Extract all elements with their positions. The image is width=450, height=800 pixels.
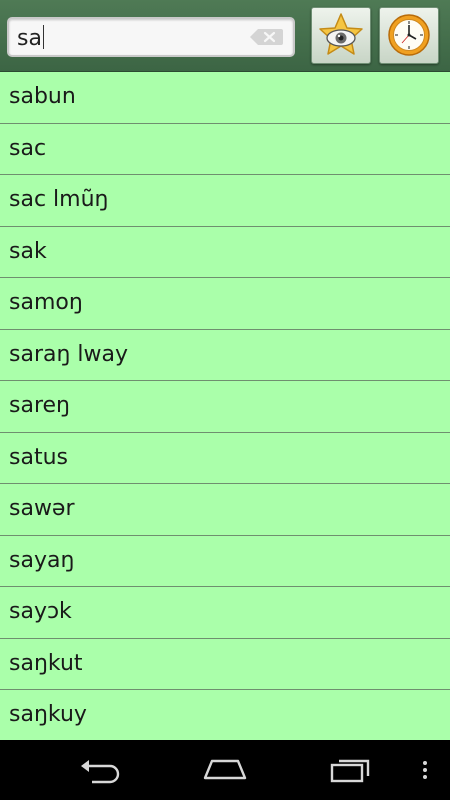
- list-item[interactable]: saŋkuy: [0, 690, 450, 740]
- clear-text-icon[interactable]: [249, 28, 283, 46]
- list-item[interactable]: sawər: [0, 484, 450, 536]
- word-list: sabun sac sac lmũŋ sak samoŋ saraŋ lway …: [0, 72, 450, 740]
- list-item[interactable]: sayaŋ: [0, 536, 450, 587]
- word-label: saŋkut: [9, 650, 83, 676]
- favorites-button[interactable]: [311, 7, 371, 64]
- word-label: sayɔk: [9, 599, 72, 624]
- word-label: sac: [9, 135, 47, 161]
- list-item[interactable]: sak: [0, 227, 450, 278]
- word-label: sabun: [9, 84, 76, 109]
- word-label: sareŋ: [9, 393, 70, 418]
- list-item[interactable]: sac: [0, 124, 450, 175]
- star-eye-icon: [319, 13, 363, 55]
- clock-icon: [388, 14, 430, 56]
- recent-apps-icon[interactable]: [328, 756, 374, 784]
- list-item[interactable]: samoŋ: [0, 278, 450, 330]
- list-item[interactable]: saraŋ lway: [0, 330, 450, 381]
- app-screen: sa sabun sac sac lmũŋ sak samoŋ saraŋ lw…: [0, 0, 450, 800]
- menu-icon[interactable]: [420, 756, 430, 784]
- word-label: satus: [9, 444, 68, 470]
- list-item[interactable]: satus: [0, 433, 450, 484]
- word-label: saŋkuy: [9, 702, 87, 727]
- home-icon[interactable]: [201, 756, 249, 782]
- system-navigation-bar: [0, 740, 450, 800]
- top-toolbar: sa: [0, 0, 450, 72]
- word-label: samoŋ: [9, 290, 83, 315]
- list-item[interactable]: saŋkut: [0, 639, 450, 690]
- history-button[interactable]: [379, 7, 439, 64]
- word-label: sawər: [9, 496, 75, 521]
- search-input-value: sa: [17, 26, 42, 51]
- word-label: sac lmũŋ: [9, 187, 109, 212]
- list-item[interactable]: sayɔk: [0, 587, 450, 639]
- back-icon[interactable]: [78, 756, 122, 784]
- text-cursor: [42, 25, 44, 49]
- word-label: sak: [9, 238, 47, 264]
- word-label: sayaŋ: [9, 547, 75, 573]
- word-label: saraŋ lway: [9, 341, 129, 367]
- list-item[interactable]: sareŋ: [0, 381, 450, 433]
- list-item[interactable]: sabun: [0, 72, 450, 124]
- search-input[interactable]: sa: [7, 17, 295, 57]
- list-item[interactable]: sac lmũŋ: [0, 175, 450, 227]
